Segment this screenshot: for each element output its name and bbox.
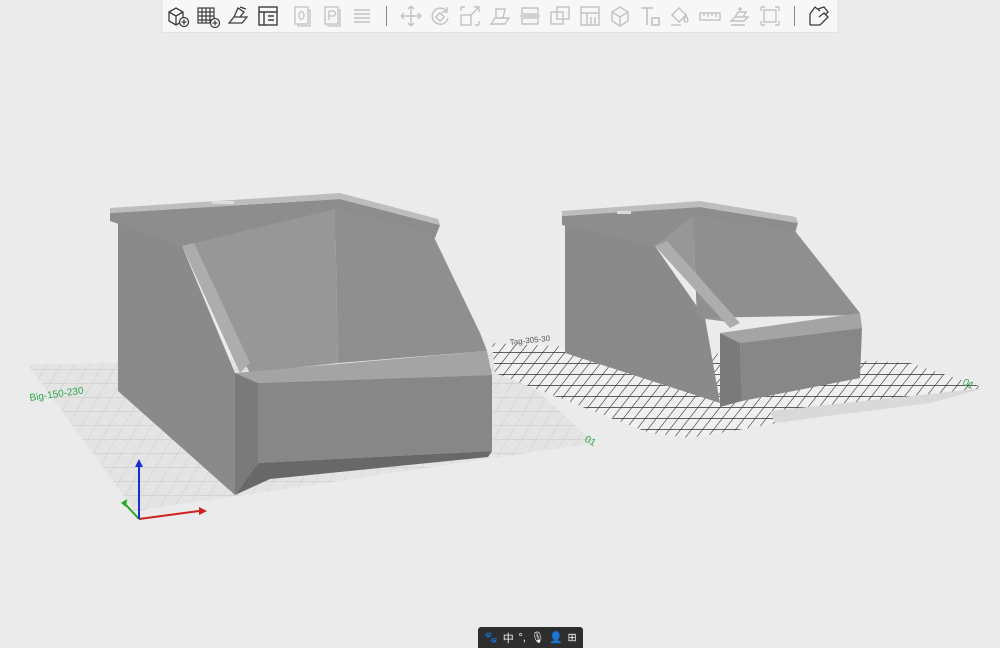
copy-icon — [289, 3, 315, 29]
color-paint-icon — [667, 3, 693, 29]
layout-icon[interactable] — [255, 3, 281, 29]
layers-icon — [349, 3, 375, 29]
paw-icon[interactable]: 🐾 — [484, 631, 498, 644]
ime-punctuation-toggle[interactable]: °, — [518, 632, 525, 644]
scale-icon — [457, 3, 483, 29]
split-to-parts-icon[interactable] — [806, 3, 832, 29]
seam-paint-icon — [607, 3, 633, 29]
support-paint-icon — [577, 3, 603, 29]
text-icon — [637, 3, 663, 29]
lay-on-face-icon — [487, 3, 513, 29]
ime-status-bar: 🐾 中 °, 🎙 👤 ⊞ — [478, 627, 583, 648]
3d-viewport[interactable]: Big-150-230 01 Tag-305-30 01 — [0, 33, 1000, 628]
toolbar-separator — [794, 6, 795, 26]
grid-menu-icon[interactable]: ⊞ — [567, 631, 576, 644]
paste-icon — [319, 3, 345, 29]
top-toolbar — [163, 0, 837, 33]
ime-language-toggle[interactable]: 中 — [503, 630, 514, 646]
move-icon — [398, 3, 424, 29]
boolean-icon — [547, 3, 573, 29]
add-plate-icon[interactable] — [195, 3, 221, 29]
user-icon[interactable]: 👤 — [549, 631, 563, 644]
toolbar-separator — [386, 6, 387, 26]
auto-arrange-icon[interactable] — [225, 3, 251, 29]
add-object-icon[interactable] — [165, 3, 191, 29]
fit-view-icon — [757, 3, 783, 29]
microphone-icon[interactable]: 🎙 — [530, 631, 544, 644]
rotate-icon — [427, 3, 453, 29]
cut-icon — [517, 3, 543, 29]
assembly-icon — [727, 3, 753, 29]
measure-icon — [697, 3, 723, 29]
